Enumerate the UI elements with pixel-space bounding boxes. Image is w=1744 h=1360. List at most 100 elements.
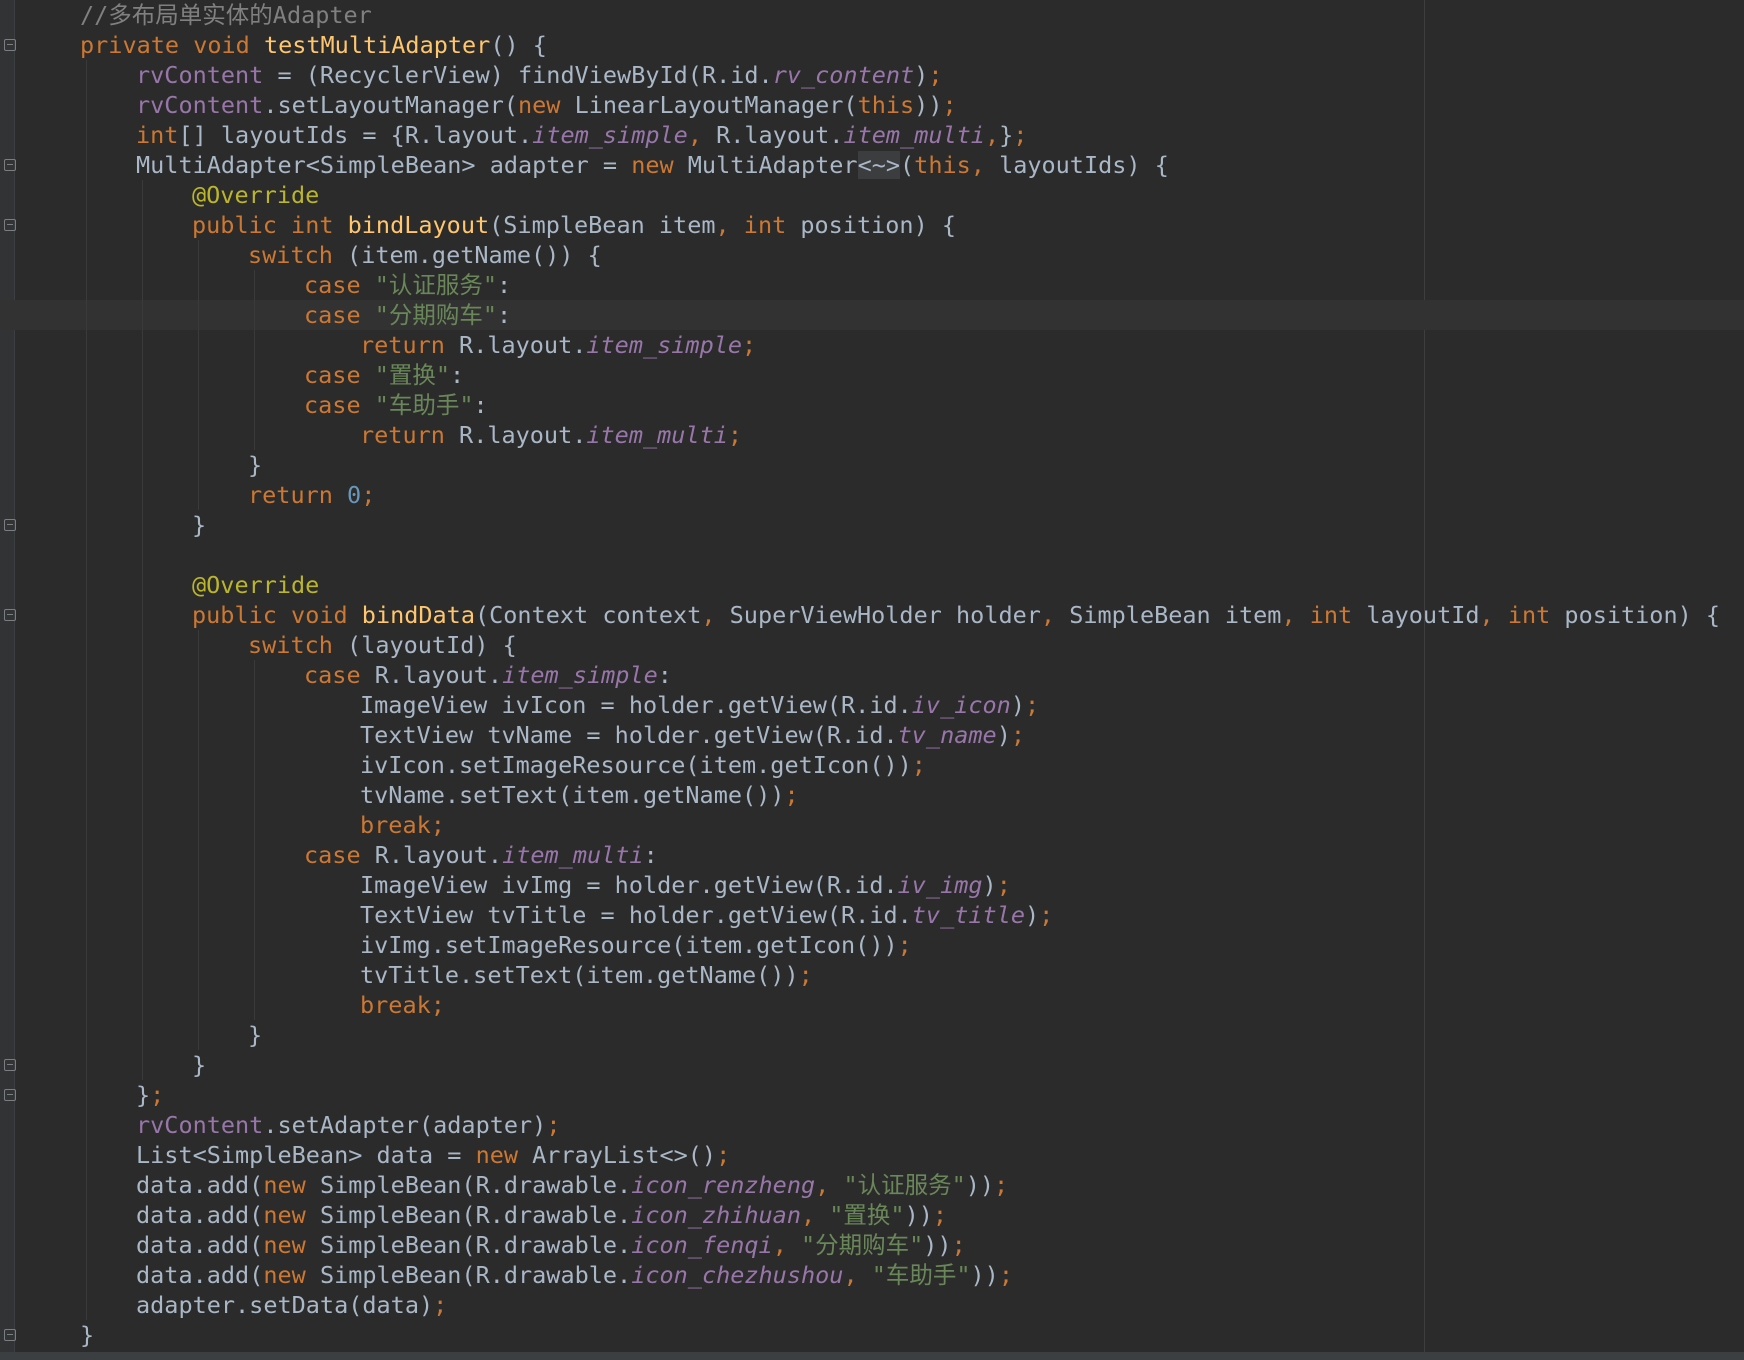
- code-line[interactable]: }: [0, 1050, 1744, 1080]
- code-token: SimpleBean item: [1069, 601, 1282, 629]
- fold-end-icon[interactable]: [4, 519, 16, 531]
- code-token: ,: [984, 121, 1000, 149]
- code-line[interactable]: ImageView ivImg = holder.getView(R.id.iv…: [0, 870, 1744, 900]
- code-token: "分期购车": [800, 1231, 924, 1259]
- code-token: SuperViewHolder holder: [729, 601, 1041, 629]
- code-line[interactable]: TextView tvTitle = holder.getView(R.id.t…: [0, 900, 1744, 930]
- code-token: <~>: [857, 151, 901, 179]
- code-editor[interactable]: //多布局单实体的Adapter private void testMultiAd…: [0, 0, 1744, 1360]
- code-token: ;: [996, 871, 1011, 899]
- code-line[interactable]: };: [0, 1080, 1744, 1110]
- code-token: LinearLayoutManager(: [574, 91, 858, 119]
- code-token: "分期购车": [374, 301, 498, 329]
- code-token: ,: [1479, 601, 1508, 629]
- code-token: icon_chezhushou: [631, 1261, 844, 1289]
- code-token: :: [473, 391, 488, 419]
- code-line[interactable]: switch (item.getName()) {: [0, 240, 1744, 270]
- code-line[interactable]: rvContent.setLayoutManager(new LinearLay…: [0, 90, 1744, 120]
- code-token: (SimpleBean item: [489, 211, 716, 239]
- code-line[interactable]: ivIcon.setImageResource(item.getIcon());: [0, 750, 1744, 780]
- code-line[interactable]: break;: [0, 990, 1744, 1020]
- code-line[interactable]: //多布局单实体的Adapter: [0, 0, 1744, 30]
- code-line[interactable]: data.add(new SimpleBean(R.drawable.icon_…: [0, 1260, 1744, 1290]
- code-line[interactable]: tvTitle.setText(item.getName());: [0, 960, 1744, 990]
- code-token: iv_icon: [911, 691, 1011, 719]
- code-line[interactable]: [0, 540, 1744, 570]
- code-token: }: [192, 1051, 207, 1079]
- code-token: int: [291, 211, 348, 239]
- fold-end-icon[interactable]: [4, 1329, 16, 1341]
- fold-collapse-icon[interactable]: [4, 609, 16, 621]
- code-line[interactable]: case R.layout.item_simple:: [0, 660, 1744, 690]
- code-token: ,: [687, 121, 717, 149]
- fold-collapse-icon[interactable]: [4, 219, 16, 231]
- code-line[interactable]: case R.layout.item_multi:: [0, 840, 1744, 870]
- code-line[interactable]: int[] layoutIds = {R.layout.item_simple,…: [0, 120, 1744, 150]
- code-line[interactable]: public void bindData(Context context, Su…: [0, 600, 1744, 630]
- code-token: "置换": [829, 1201, 905, 1229]
- indent-guide: [198, 630, 199, 1050]
- fold-end-icon[interactable]: [4, 1059, 16, 1071]
- code-line[interactable]: TextView tvName = holder.getView(R.id.tv…: [0, 720, 1744, 750]
- code-line[interactable]: return 0;: [0, 480, 1744, 510]
- fold-end-icon[interactable]: [4, 1089, 16, 1101]
- code-token: case: [304, 301, 375, 329]
- code-token: testMultiAdapter: [263, 31, 491, 59]
- code-lines[interactable]: //多布局单实体的Adapter private void testMultiAd…: [0, 0, 1744, 1350]
- code-line[interactable]: ImageView ivIcon = holder.getView(R.id.i…: [0, 690, 1744, 720]
- code-line[interactable]: List<SimpleBean> data = new ArrayList<>(…: [0, 1140, 1744, 1170]
- code-line[interactable]: return R.layout.item_multi;: [0, 420, 1744, 450]
- code-line[interactable]: @Override: [0, 570, 1744, 600]
- code-line[interactable]: data.add(new SimpleBean(R.drawable.icon_…: [0, 1230, 1744, 1260]
- indent-guide: [254, 660, 255, 1020]
- code-token: ): [1010, 691, 1025, 719]
- code-token: (Context context: [474, 601, 702, 629]
- indent-guide: [142, 180, 143, 1080]
- code-token: case: [304, 361, 375, 389]
- code-token: )): [904, 1201, 933, 1229]
- code-line[interactable]: case "置换":: [0, 360, 1744, 390]
- code-token: "认证服务": [374, 271, 498, 299]
- code-line[interactable]: rvContent.setAdapter(adapter);: [0, 1110, 1744, 1140]
- code-line[interactable]: data.add(new SimpleBean(R.drawable.icon_…: [0, 1170, 1744, 1200]
- code-token: switch: [248, 241, 348, 269]
- code-token: item_simple: [532, 121, 688, 149]
- code-line[interactable]: switch (layoutId) {: [0, 630, 1744, 660]
- code-line[interactable]: return R.layout.item_simple;: [0, 330, 1744, 360]
- code-line[interactable]: case "分期购车":: [0, 300, 1744, 330]
- code-token: )): [923, 1231, 952, 1259]
- code-line[interactable]: rvContent = (RecyclerView) findViewById(…: [0, 60, 1744, 90]
- code-line[interactable]: public int bindLayout(SimpleBean item, i…: [0, 210, 1744, 240]
- horizontal-scrollbar[interactable]: [0, 1352, 1744, 1360]
- code-token: ;: [928, 61, 943, 89]
- code-line[interactable]: }: [0, 510, 1744, 540]
- code-line[interactable]: data.add(new SimpleBean(R.drawable.icon_…: [0, 1200, 1744, 1230]
- code-line[interactable]: ivImg.setImageResource(item.getIcon());: [0, 930, 1744, 960]
- code-token: :: [657, 661, 672, 689]
- fold-collapse-icon[interactable]: [4, 39, 16, 51]
- code-line[interactable]: }: [0, 1320, 1744, 1350]
- code-token: SimpleBean(R.drawable.: [319, 1201, 632, 1229]
- code-line[interactable]: }: [0, 450, 1744, 480]
- code-token: int: [136, 121, 179, 149]
- code-token: item_multi: [502, 841, 644, 869]
- fold-collapse-icon[interactable]: [4, 159, 16, 171]
- code-line[interactable]: case "认证服务":: [0, 270, 1744, 300]
- code-token: }: [248, 451, 263, 479]
- code-line[interactable]: MultiAdapter<SimpleBean> adapter = new M…: [0, 150, 1744, 180]
- code-line[interactable]: }: [0, 1020, 1744, 1050]
- code-token: int: [743, 211, 801, 239]
- code-line[interactable]: tvName.setText(item.getName());: [0, 780, 1744, 810]
- code-line[interactable]: private void testMultiAdapter() {: [0, 30, 1744, 60]
- code-token: return: [360, 331, 460, 359]
- code-token: List<SimpleBean> data =: [136, 1141, 476, 1169]
- code-token: TextView tvTitle = holder.getView(R.id.: [360, 901, 912, 929]
- code-line[interactable]: adapter.setData(data);: [0, 1290, 1744, 1320]
- code-token: )): [965, 1171, 995, 1199]
- code-line[interactable]: break;: [0, 810, 1744, 840]
- code-token: return: [360, 421, 460, 449]
- code-line[interactable]: case "车助手":: [0, 390, 1744, 420]
- indent-guide: [198, 240, 199, 510]
- code-line[interactable]: @Override: [0, 180, 1744, 210]
- code-token: .setLayoutManager(: [263, 91, 519, 119]
